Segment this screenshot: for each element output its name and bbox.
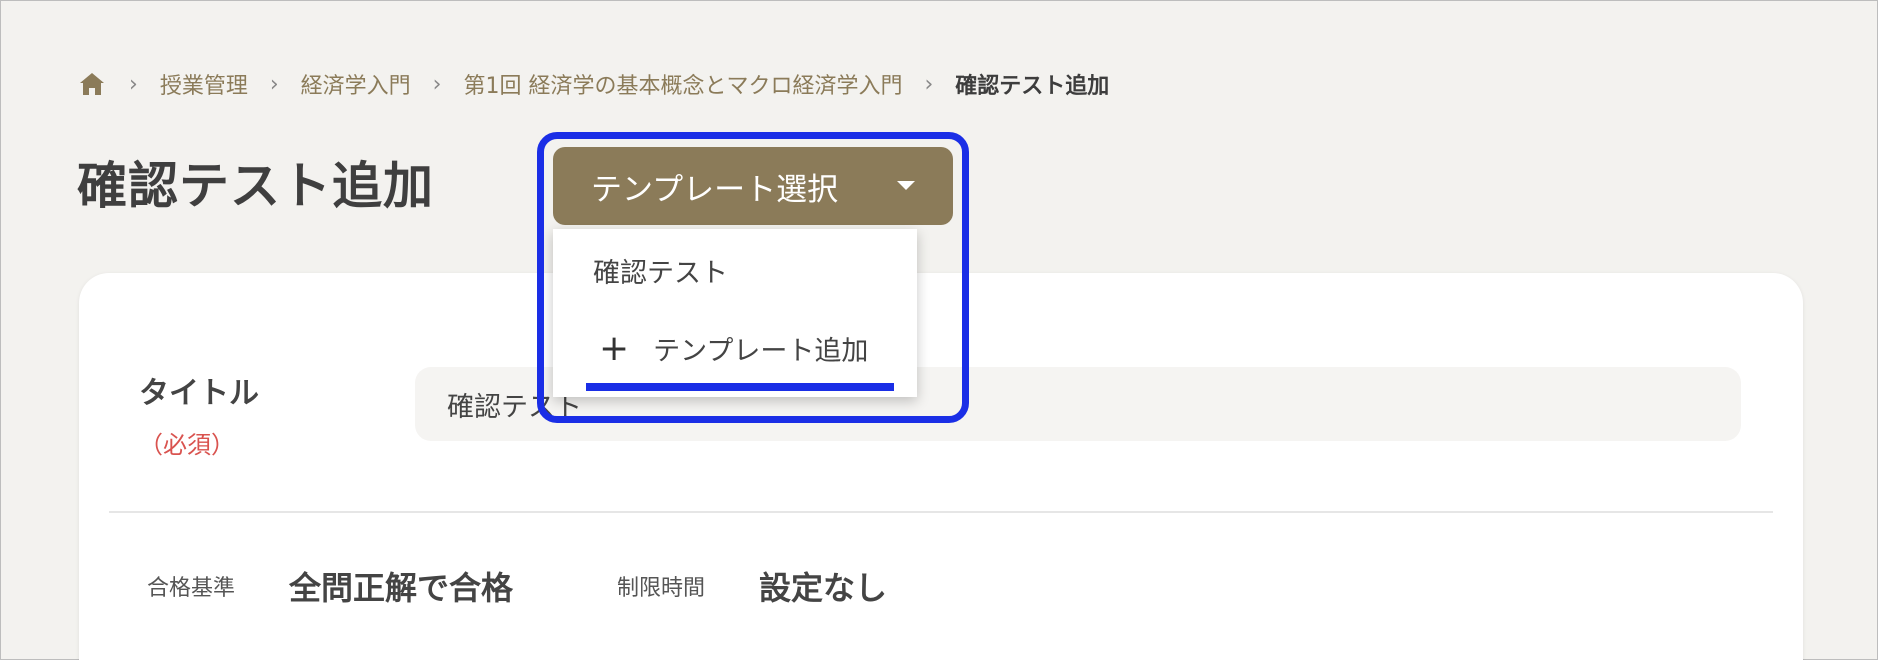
breadcrumb-course[interactable]: 経済学入門 bbox=[301, 68, 411, 100]
template-option-label: 確認テスト bbox=[593, 258, 728, 289]
template-select-button[interactable]: テンプレート選択 bbox=[553, 147, 953, 225]
add-template-label: テンプレート追加 bbox=[653, 336, 869, 367]
title-field-label: タイトル （必須） bbox=[139, 369, 349, 470]
home-icon[interactable] bbox=[79, 71, 107, 97]
plus-icon: + bbox=[599, 327, 630, 369]
template-option-confirmation-test[interactable]: 確認テスト bbox=[593, 251, 728, 290]
time-limit-value: 設定なし bbox=[759, 569, 888, 607]
title-label-text: タイトル bbox=[139, 376, 259, 411]
breadcrumb-lesson-management[interactable]: 授業管理 bbox=[160, 68, 248, 100]
breadcrumb-separator: › bbox=[432, 71, 442, 97]
time-limit-label: 制限時間 bbox=[617, 576, 706, 601]
breadcrumb-separator: › bbox=[269, 71, 279, 97]
breadcrumb-lesson[interactable]: 第1回 経済学の基本概念とマクロ経済学入門 bbox=[463, 68, 902, 100]
breadcrumb-separator: › bbox=[924, 71, 934, 97]
template-dropdown-menu: 確認テスト + テンプレート追加 bbox=[553, 229, 917, 397]
breadcrumb-current: 確認テスト追加 bbox=[955, 74, 1110, 99]
breadcrumb: › 授業管理 › 経済学入門 › 第1回 経済学の基本概念とマクロ経済学入門 ›… bbox=[79, 65, 1109, 103]
caret-down-icon bbox=[897, 181, 915, 190]
time-limit: 制限時間 設定なし bbox=[617, 563, 887, 609]
pass-criteria: 合格基準 全問正解で合格 bbox=[147, 563, 513, 609]
breadcrumb-separator: › bbox=[129, 71, 138, 97]
form-card: タイトル（必須） 確認テスト 合格基準 全問正解で合格 制限時間 設定なし bbox=[79, 273, 1803, 660]
divider bbox=[109, 511, 1773, 513]
highlight-underline bbox=[586, 383, 894, 391]
page-title: 確認テスト追加 bbox=[77, 157, 434, 215]
add-template-item[interactable]: + テンプレート追加 bbox=[599, 329, 868, 368]
pass-criteria-label: 合格基準 bbox=[147, 576, 236, 601]
required-note: （必須） bbox=[139, 431, 235, 459]
template-select-label: テンプレート選択 bbox=[591, 171, 839, 208]
pass-criteria-value: 全問正解で合格 bbox=[289, 569, 514, 607]
